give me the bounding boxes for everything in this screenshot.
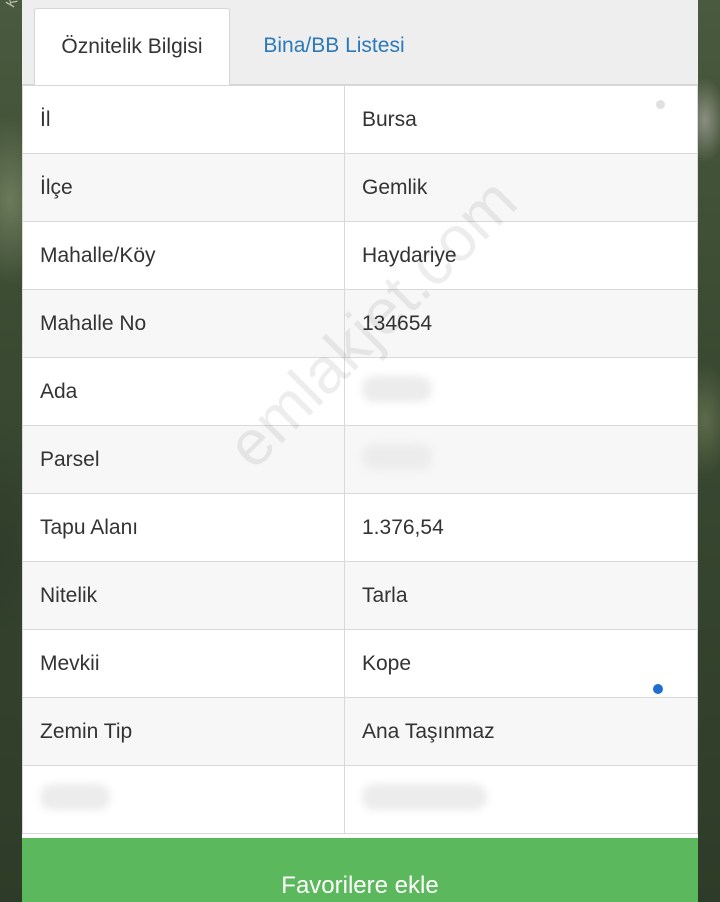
table-row bbox=[22, 765, 698, 834]
attribute-key: İlçe bbox=[22, 153, 345, 222]
add-to-favorites-label: Favorilere ekle bbox=[281, 872, 439, 899]
table-row: Nitelik Tarla bbox=[22, 561, 698, 630]
attribute-key-redacted bbox=[22, 765, 345, 834]
table-row: Tapu Alanı 1.376,54 bbox=[22, 493, 698, 562]
attribute-value: Ana Taşınmaz bbox=[344, 697, 698, 766]
attribute-value: Haydariye bbox=[344, 221, 698, 290]
table-row: Zemin Tip Ana Taşınmaz bbox=[22, 697, 698, 766]
add-to-favorites-button[interactable]: Favorilere ekle bbox=[22, 838, 698, 902]
attribute-table: İl Bursa İlçe Gemlik Mahalle/Köy Haydari… bbox=[22, 85, 698, 834]
tab-bar: Öznitelik Bilgisi Bina/BB Listesi bbox=[22, 0, 698, 85]
table-row: İl Bursa bbox=[22, 85, 698, 154]
tab-attribute-info[interactable]: Öznitelik Bilgisi bbox=[34, 8, 230, 85]
attribute-key: İl bbox=[22, 85, 345, 154]
table-row: İlçe Gemlik bbox=[22, 153, 698, 222]
attribute-key: Ada bbox=[22, 357, 345, 426]
table-row: Mahalle/Köy Haydariye bbox=[22, 221, 698, 290]
table-row: Mevkii Kope bbox=[22, 629, 698, 698]
attribute-value-redacted bbox=[344, 765, 698, 834]
attribute-value-redacted bbox=[344, 425, 698, 494]
attribute-value: Kope bbox=[344, 629, 698, 698]
redacted-blur bbox=[40, 783, 110, 810]
attribute-info-panel: Öznitelik Bilgisi Bina/BB Listesi İl Bur… bbox=[22, 0, 698, 902]
table-row: Ada bbox=[22, 357, 698, 426]
attribute-value: Gemlik bbox=[344, 153, 698, 222]
attribute-value: Bursa bbox=[344, 85, 698, 154]
table-row: Mahalle No 134654 bbox=[22, 289, 698, 358]
attribute-key: Mahalle/Köy bbox=[22, 221, 345, 290]
attribute-key: Zemin Tip bbox=[22, 697, 345, 766]
redacted-blur bbox=[362, 375, 432, 402]
attribute-key: Mahalle No bbox=[22, 289, 345, 358]
redacted-blur bbox=[362, 443, 432, 470]
attribute-value-redacted bbox=[344, 357, 698, 426]
redacted-blur bbox=[362, 783, 487, 810]
attribute-key: Mevkii bbox=[22, 629, 345, 698]
scroll-indicator-dot bbox=[656, 100, 665, 109]
table-row: Parsel bbox=[22, 425, 698, 494]
attribute-key: Nitelik bbox=[22, 561, 345, 630]
attribute-value: 134654 bbox=[344, 289, 698, 358]
attribute-value: Tarla bbox=[344, 561, 698, 630]
tab-building-list[interactable]: Bina/BB Listesi bbox=[236, 8, 432, 84]
attribute-value: 1.376,54 bbox=[344, 493, 698, 562]
location-dot-icon bbox=[653, 684, 663, 694]
attribute-key: Parsel bbox=[22, 425, 345, 494]
attribute-key: Tapu Alanı bbox=[22, 493, 345, 562]
